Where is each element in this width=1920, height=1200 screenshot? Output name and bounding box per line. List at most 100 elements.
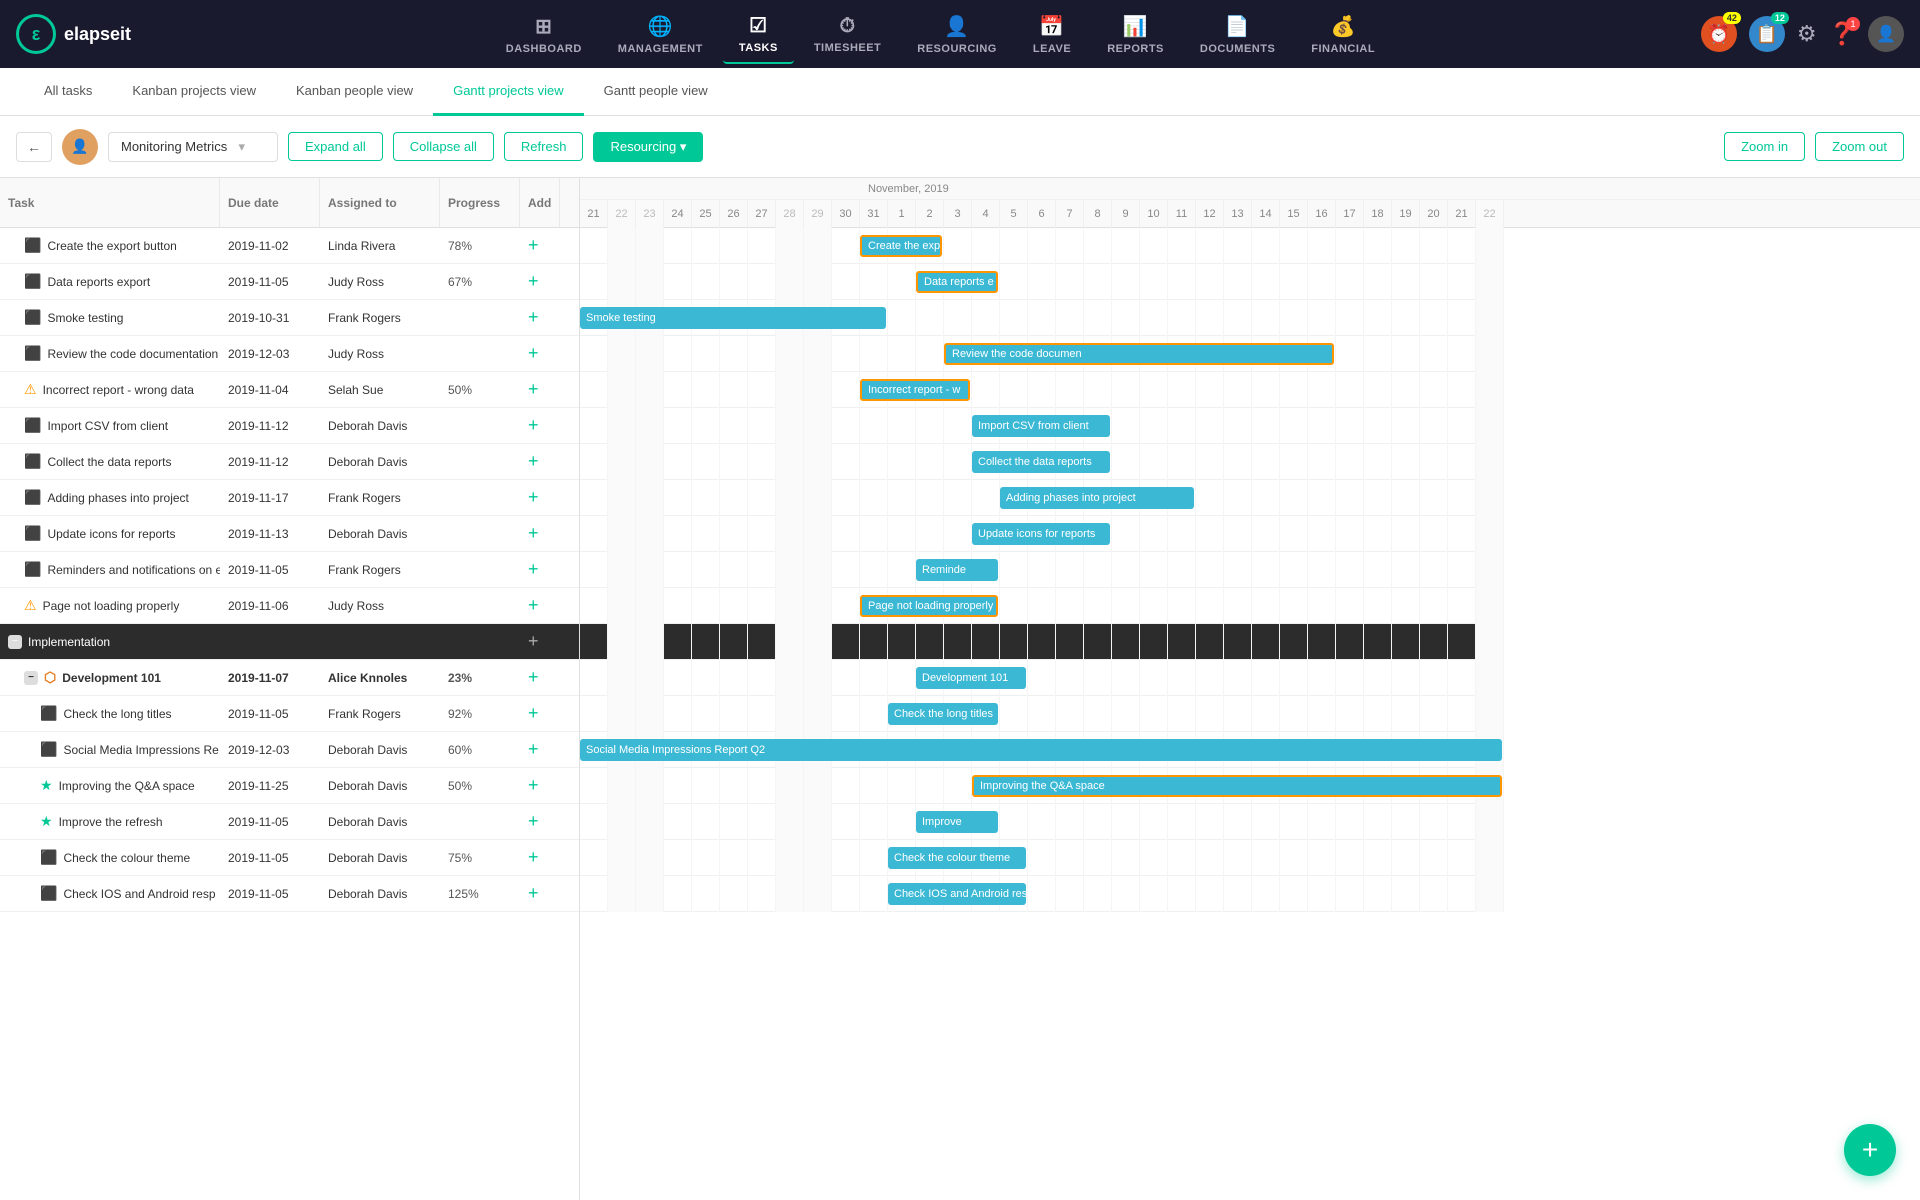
task-add[interactable]: + — [520, 483, 560, 512]
group-name: − Implementation — [0, 631, 220, 653]
gantt-bar[interactable]: Smoke testing — [580, 307, 886, 329]
gantt-bar[interactable]: Check the long titles — [888, 703, 998, 725]
main-content: Task Due date Assigned to Progress Add ⬛… — [0, 178, 1920, 1200]
gantt-bar[interactable]: Data reports e — [916, 271, 998, 293]
gantt-bar[interactable]: Import CSV from client — [972, 415, 1110, 437]
nav-resourcing[interactable]: 👤 RESOURCING — [901, 6, 1013, 63]
gantt-bar[interactable]: Create the export — [860, 235, 942, 257]
settings-button[interactable]: ⚙ — [1797, 21, 1817, 47]
tab-gantt-projects[interactable]: Gantt projects view — [433, 68, 584, 116]
task-add[interactable]: + — [520, 807, 560, 836]
nav-leave[interactable]: 📅 LEAVE — [1017, 6, 1087, 63]
task-assigned: Judy Ross — [320, 595, 440, 617]
collapse-all-button[interactable]: Collapse all — [393, 132, 494, 161]
logo[interactable]: ε elapseit — [16, 14, 156, 54]
collapse-button[interactable]: − — [24, 671, 38, 685]
nav-documents[interactable]: 📄 DOCUMENTS — [1184, 6, 1291, 63]
notifications-button[interactable]: 📋 12 — [1749, 16, 1785, 52]
task-due: 2019-11-13 — [220, 523, 320, 545]
task-name: ⬛ Check the long titles — [0, 701, 220, 726]
tab-kanban-people[interactable]: Kanban people view — [276, 68, 433, 116]
task-progress: 78% — [440, 235, 520, 257]
nav-financial[interactable]: 💰 FINANCIAL — [1295, 6, 1391, 63]
nav-reports[interactable]: 📊 REPORTS — [1091, 6, 1180, 63]
zoom-out-button[interactable]: Zoom out — [1815, 132, 1904, 161]
task-assigned: Selah Sue — [320, 379, 440, 401]
task-progress — [440, 566, 520, 574]
task-progress: 92% — [440, 703, 520, 725]
gantt-bar[interactable]: Improving the Q&A space — [972, 775, 1502, 797]
gantt-row: Reminde — [580, 552, 1504, 588]
refresh-button[interactable]: Refresh — [504, 132, 584, 161]
table-row: ⚠ Incorrect report - wrong data 2019-11-… — [0, 372, 579, 408]
gantt-bar[interactable]: Update icons for reports — [972, 523, 1110, 545]
gantt-bar[interactable]: Development 101 — [916, 667, 1026, 689]
gantt-days-row: 2122232425262728293031123456789101112131… — [580, 200, 1920, 228]
fab-add-button[interactable]: + — [1844, 1124, 1896, 1176]
task-blue-icon: ⬛ — [24, 453, 41, 470]
gantt-bar[interactable]: Check the colour theme — [888, 847, 1026, 869]
task-table: Task Due date Assigned to Progress Add ⬛… — [0, 178, 580, 1200]
resourcing-button[interactable]: Resourcing ▾ — [593, 132, 703, 162]
task-add[interactable]: + — [520, 771, 560, 800]
user-avatar[interactable]: 👤 — [1868, 16, 1904, 52]
gantt-bar[interactable]: Incorrect report - w — [860, 379, 970, 401]
task-add[interactable]: + — [520, 843, 560, 872]
gantt-bar[interactable]: Reminde — [916, 559, 998, 581]
gantt-bar[interactable]: Adding phases into project — [1000, 487, 1194, 509]
task-assigned: Deborah Davis — [320, 811, 440, 833]
gantt-row: Review the code documen — [580, 336, 1504, 372]
tab-gantt-people[interactable]: Gantt people view — [584, 68, 728, 116]
gantt-row: Development 101 — [580, 660, 1504, 696]
tab-all-tasks[interactable]: All tasks — [24, 68, 112, 116]
gantt-bar[interactable]: Social Media Impressions Report Q2 — [580, 739, 1502, 761]
task-add[interactable]: + — [520, 591, 560, 620]
task-blue-icon: ⬛ — [40, 705, 57, 722]
task-add[interactable]: + — [520, 735, 560, 764]
resourcing-dropdown-icon: ▾ — [680, 139, 687, 154]
gantt-bar[interactable]: Page not loading properly — [860, 595, 998, 617]
project-dropdown[interactable]: Monitoring Metrics ▾ — [108, 132, 278, 162]
task-add[interactable]: + — [520, 303, 560, 332]
zoom-in-button[interactable]: Zoom in — [1724, 132, 1805, 161]
subgroup-add[interactable]: + — [520, 663, 560, 692]
nav-management[interactable]: 🌐 MANAGEMENT — [602, 6, 719, 63]
tab-kanban-projects[interactable]: Kanban projects view — [112, 68, 276, 116]
gantt-bar[interactable]: Improve — [916, 811, 998, 833]
task-add[interactable]: + — [520, 267, 560, 296]
task-add[interactable]: + — [520, 555, 560, 584]
group-add[interactable]: + — [520, 627, 560, 656]
task-add[interactable]: + — [520, 519, 560, 548]
task-name: ⬛ Update icons for reports — [0, 521, 220, 546]
alerts-button[interactable]: ⏰ 42 — [1701, 16, 1737, 52]
task-due: 2019-11-05 — [220, 703, 320, 725]
logo-text: elapseit — [64, 24, 131, 45]
task-add[interactable]: + — [520, 339, 560, 368]
gantt-bar[interactable]: Review the code documen — [944, 343, 1334, 365]
help-button[interactable]: ❓ 1 — [1829, 21, 1856, 47]
task-name: ⬛ Review the code documentation — [0, 341, 220, 366]
nav-tasks[interactable]: ☑ TASKS — [723, 5, 794, 64]
group-row: − Implementation + — [0, 624, 579, 660]
arrow-left-button[interactable]: ← — [16, 132, 52, 162]
zoom-controls: Zoom in Zoom out — [1724, 132, 1904, 161]
nav-timesheet[interactable]: ⏱ TIMESHEET — [798, 7, 897, 62]
th-due: Due date — [220, 178, 320, 227]
expand-all-button[interactable]: Expand all — [288, 132, 383, 161]
subgroup-due: 2019-11-07 — [220, 667, 320, 689]
task-add[interactable]: + — [520, 231, 560, 260]
task-add[interactable]: + — [520, 879, 560, 908]
collapse-button[interactable]: − — [8, 635, 22, 649]
task-add[interactable]: + — [520, 447, 560, 476]
gantt-bar[interactable]: Check IOS and Android response — [888, 883, 1026, 905]
task-add[interactable]: + — [520, 699, 560, 728]
gantt-row: Social Media Impressions Report Q2 — [580, 732, 1504, 768]
gantt-row: Smoke testing — [580, 300, 1504, 336]
task-add[interactable]: + — [520, 411, 560, 440]
gantt-bar[interactable]: Collect the data reports — [972, 451, 1110, 473]
nav-dashboard[interactable]: ⊞ DASHBOARD — [490, 6, 598, 63]
table-row: ⬛ Check the long titles 2019-11-05 Frank… — [0, 696, 579, 732]
documents-icon: 📄 — [1225, 14, 1250, 39]
task-add[interactable]: + — [520, 375, 560, 404]
task-blue-icon: ⬛ — [24, 273, 41, 290]
